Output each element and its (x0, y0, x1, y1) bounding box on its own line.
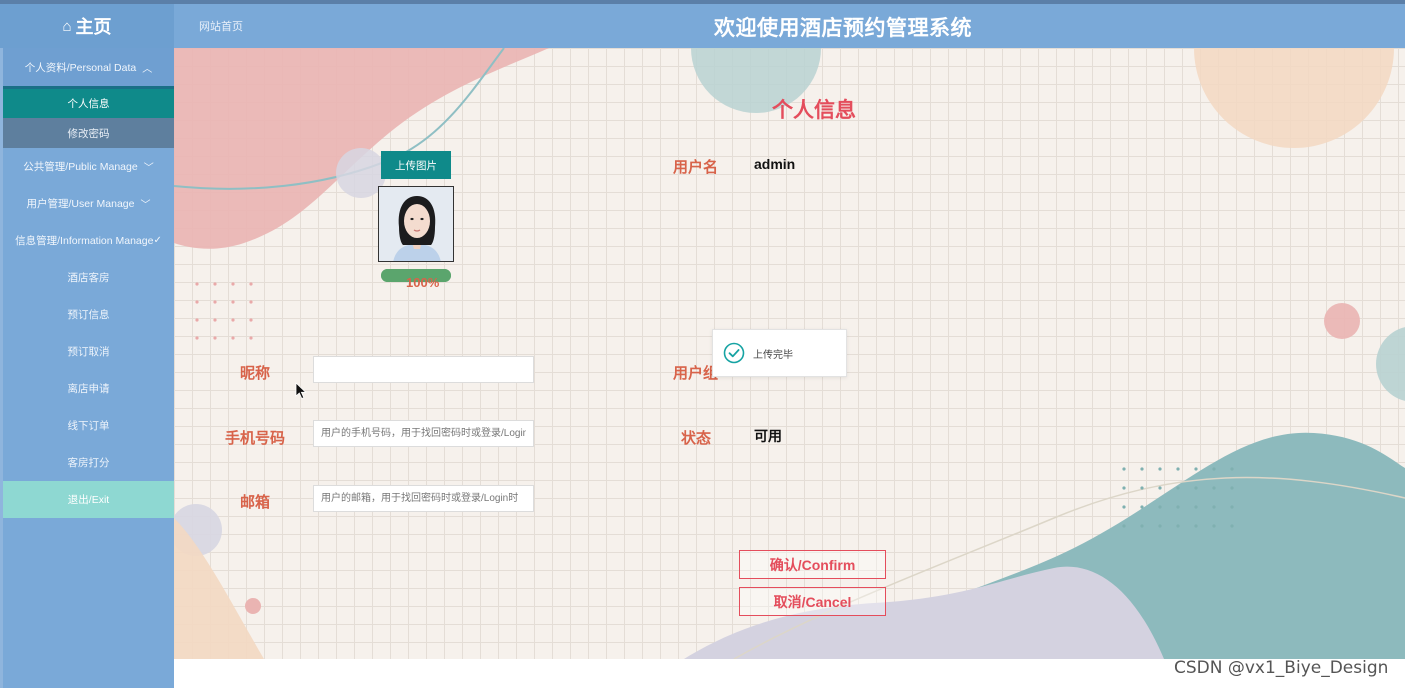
mouse-cursor-icon (295, 382, 307, 400)
sidebar-item-profile[interactable]: 个人信息 (3, 86, 174, 118)
upload-complete-toast: 上传完毕 (712, 329, 847, 377)
sidebar-item-hotel-rooms[interactable]: 酒店客房 (3, 259, 174, 296)
sidebar-group-label: 用户管理/User Manage (26, 198, 135, 210)
toast-message: 上传完毕 (753, 349, 793, 361)
sidebar-group-label: 个人资料/Personal Data (24, 61, 137, 74)
system-title: 欢迎使用酒店预约管理系统 (714, 17, 972, 40)
email-input[interactable] (313, 485, 534, 512)
sidebar-group-personal-data[interactable]: 个人资料/Personal Data ︿ (3, 48, 174, 86)
status-label: 状态 (681, 430, 712, 447)
upload-image-button[interactable]: 上传图片 (381, 151, 451, 179)
username-label: 用户名 (673, 159, 719, 176)
chevron-up-icon: ︿ (142, 63, 153, 75)
chevron-down-icon: ✓ (153, 235, 162, 246)
sidebar-item-offline-orders[interactable]: 线下订单 (3, 407, 174, 444)
phone-label: 手机号码 (225, 430, 286, 447)
username-value: admin (754, 156, 796, 172)
avatar[interactable] (378, 186, 454, 262)
top-header: ⌂ 主页 网站首页 欢迎使用酒店预约管理系统 (0, 0, 1405, 48)
website-home-link[interactable]: 网站首页 (199, 18, 243, 34)
nickname-label: 昵称 (240, 365, 271, 382)
sidebar-item-booking-cancel[interactable]: 预订取消 (3, 333, 174, 370)
sidebar-group-label: 信息管理/Information Manage (15, 235, 154, 247)
sidebar-item-change-password[interactable]: 修改密码 (3, 118, 174, 148)
status-value: 可用 (754, 428, 782, 444)
chevron-down-icon: ﹀ (143, 163, 154, 174)
avatar-photo (379, 187, 453, 261)
check-circle-icon (723, 342, 745, 364)
chevron-down-icon: ﹀ (140, 200, 151, 211)
sidebar-item-room-rating[interactable]: 客房打分 (3, 444, 174, 481)
confirm-button[interactable]: 确认/Confirm (739, 550, 886, 579)
sidebar-group-user-manage[interactable]: 用户管理/User Manage ﹀ (3, 185, 174, 222)
upload-progress-text: 100% (406, 275, 440, 290)
watermark-text: CSDN @vx1_Biye_Design (1174, 658, 1389, 678)
sidebar-group-information-manage[interactable]: 信息管理/Information Manage ✓ (3, 222, 174, 259)
cancel-button[interactable]: 取消/Cancel (739, 587, 886, 616)
home-icon: ⌂ (62, 17, 72, 35)
nickname-input[interactable] (313, 356, 534, 383)
sidebar-item-booking-info[interactable]: 预订信息 (3, 296, 174, 333)
sidebar-item-exit[interactable]: 退出/Exit (3, 481, 174, 518)
sidebar: 个人资料/Personal Data ︿ 个人信息 修改密码 公共管理/Publ… (0, 48, 174, 688)
brand-label: 主页 (75, 17, 112, 37)
sidebar-item-checkout-request[interactable]: 离店申请 (3, 370, 174, 407)
home-brand[interactable]: ⌂ 主页 (0, 4, 174, 48)
email-label: 邮箱 (240, 494, 271, 511)
sidebar-group-public-manage[interactable]: 公共管理/Public Manage ﹀ (3, 148, 174, 185)
phone-input[interactable] (313, 420, 534, 447)
sidebar-group-label: 公共管理/Public Manage (23, 161, 138, 173)
page-title: 个人信息 (772, 99, 856, 122)
main-content: 个人信息 上传图片 100% 用户名 admin 昵称 用户组 手机号码 状态 … (174, 48, 1405, 659)
